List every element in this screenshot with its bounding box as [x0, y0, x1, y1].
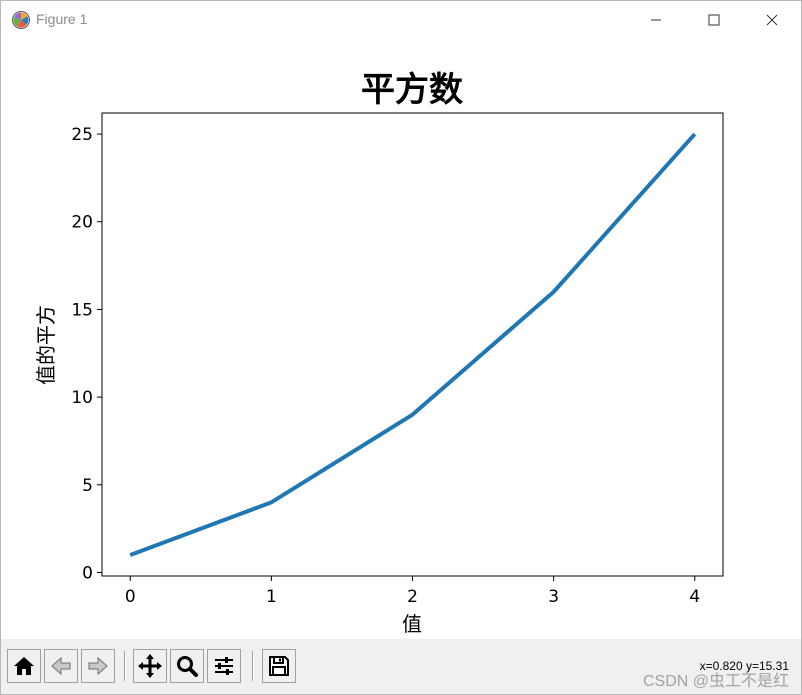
- figure-canvas[interactable]: 平方数 0 1 2 3 4 0 5 10 15 20 25 值 值的平方: [1, 39, 801, 639]
- watermark-text: CSDN @虫工不是红: [642, 673, 789, 690]
- window-title: Figure 1: [36, 11, 88, 27]
- forward-button[interactable]: [81, 649, 115, 683]
- chart-title: 平方数: [361, 70, 463, 110]
- x-tick-label: 2: [407, 587, 418, 607]
- move-icon: [138, 654, 162, 678]
- maximize-button[interactable]: [685, 1, 743, 39]
- y-tick-label: 0: [82, 563, 93, 583]
- x-tick-label: 3: [548, 587, 559, 607]
- sliders-icon: [215, 657, 233, 675]
- y-tick-label: 10: [71, 388, 93, 408]
- back-button[interactable]: [44, 649, 78, 683]
- maximize-icon: [708, 14, 720, 26]
- minimize-button[interactable]: [627, 1, 685, 39]
- toolbar-separator: [124, 651, 126, 681]
- home-icon: [14, 657, 34, 675]
- pan-button[interactable]: [133, 649, 167, 683]
- x-axis: 0 1 2 3 4: [125, 576, 700, 607]
- zoom-button[interactable]: [170, 649, 204, 683]
- y-tick-label: 15: [71, 300, 93, 320]
- configure-subplots-button[interactable]: [207, 649, 241, 683]
- minimize-icon: [651, 19, 661, 21]
- floppy-disk-icon: [269, 656, 289, 676]
- y-tick-label: 25: [71, 125, 93, 145]
- arrow-left-icon: [51, 656, 71, 676]
- x-tick-label: 1: [266, 587, 277, 607]
- magnifier-icon: [177, 656, 198, 677]
- figure-window: Figure 1 平方数 0 1 2 3 4 0 5 10 15 20 25 值 值的平方: [0, 0, 802, 695]
- close-button[interactable]: [743, 1, 801, 39]
- y-axis: 0 5 10 15 20 25: [71, 125, 102, 583]
- close-icon: [766, 14, 778, 26]
- save-button[interactable]: [262, 649, 296, 683]
- y-tick-label: 20: [71, 213, 93, 233]
- x-tick-label: 0: [125, 587, 136, 607]
- arrow-right-icon: [88, 656, 108, 676]
- navigation-toolbar: x=0.820 y=15.31 CSDN @虫工不是红: [1, 639, 801, 694]
- x-tick-label: 4: [689, 587, 700, 607]
- home-button[interactable]: [7, 649, 41, 683]
- toolbar-separator: [252, 651, 254, 681]
- plot-area: [101, 112, 724, 577]
- y-tick-label: 5: [82, 476, 93, 496]
- line-chart: 平方数 0 1 2 3 4 0 5 10 15 20 25 值 值的平方: [34, 70, 724, 636]
- x-axis-label: 值: [402, 612, 422, 636]
- y-axis-label: 值的平方: [34, 305, 58, 385]
- title-bar: Figure 1: [1, 1, 801, 39]
- matplotlib-logo-icon: [12, 11, 30, 29]
